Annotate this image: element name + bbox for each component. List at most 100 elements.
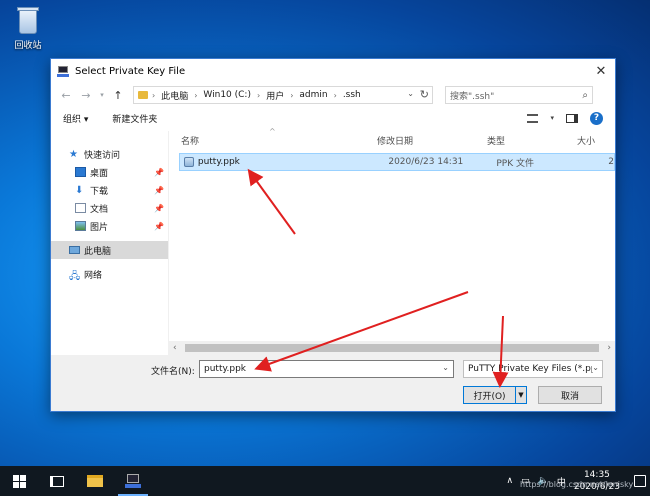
column-type[interactable]: 类型: [487, 134, 505, 147]
file-name: putty.ppk: [197, 157, 240, 167]
nav-quick-access[interactable]: ★ 快速访问: [51, 145, 168, 163]
pin-icon: 📌: [154, 185, 164, 195]
chevron-down-icon[interactable]: ⌄: [442, 363, 449, 372]
dialog-titlebar[interactable]: Select Private Key File ✕: [51, 59, 615, 83]
nav-network[interactable]: 🖧 网络: [51, 265, 168, 283]
nav-desktop[interactable]: 桌面 📌: [51, 163, 168, 181]
forward-arrow-icon[interactable]: →: [77, 86, 95, 104]
chevron-right-icon: ›: [194, 90, 198, 100]
putty-icon: [57, 65, 69, 77]
address-bar[interactable]: › 此电脑 › Win10 (C:) › 用户 › admin › .ssh ⌄…: [133, 86, 433, 104]
chevron-up-icon[interactable]: ∧: [507, 476, 514, 486]
download-icon: ⬇: [75, 185, 84, 196]
file-type-select[interactable]: PuTTY Private Key Files (*.pp ⌄: [463, 360, 603, 378]
organize-menu[interactable]: 组织 ▾: [63, 112, 88, 125]
pin-icon: 📌: [154, 167, 164, 177]
chevron-down-icon[interactable]: ⌄: [407, 89, 414, 98]
preview-pane-icon[interactable]: [566, 113, 578, 123]
nav-label: 快速访问: [84, 150, 121, 161]
column-size[interactable]: 大小: [577, 134, 595, 147]
open-split-arrow-icon[interactable]: ▼: [516, 391, 526, 399]
folder-icon: [138, 91, 148, 99]
open-button[interactable]: 打开(O) ▼: [463, 386, 527, 404]
filename-label: 文件名(N):: [151, 367, 195, 377]
notification-icon[interactable]: [634, 475, 646, 487]
chevron-right-icon: ›: [290, 90, 294, 100]
breadcrumb-item[interactable]: .ssh: [343, 90, 361, 100]
desktop-icon: [75, 167, 86, 177]
pin-icon: 📌: [154, 221, 164, 231]
task-view-icon: [50, 475, 64, 487]
breadcrumb-item[interactable]: 此电脑: [161, 89, 188, 102]
command-toolbar: 组织 ▾ 新建文件夹 ▾ ?: [51, 107, 615, 129]
search-input[interactable]: 搜索".ssh" ⌕: [445, 86, 593, 104]
column-headers: ^ 名称 修改日期 类型 大小: [169, 127, 615, 149]
network-icon: 🖧: [69, 271, 81, 282]
chevron-right-icon: ›: [333, 90, 337, 100]
nav-label: 此电脑: [84, 246, 112, 257]
recycle-bin-desktop-icon[interactable]: 回收站: [8, 4, 48, 51]
search-icon: ⌕: [582, 89, 588, 101]
filename-input[interactable]: putty.ppk ⌄: [199, 360, 454, 378]
dialog-title: Select Private Key File: [75, 65, 186, 77]
search-placeholder: 搜索".ssh": [450, 91, 495, 102]
windows-logo-icon: [12, 474, 26, 488]
watermark: https://blog.csdn.net/lenisky: [520, 480, 634, 489]
select-private-key-dialog: Select Private Key File ✕ ← → ▾ ↑ › 此电脑 …: [50, 58, 616, 412]
scroll-right-icon[interactable]: ›: [607, 343, 611, 353]
computer-icon: [69, 246, 80, 254]
recent-locations-icon[interactable]: ▾: [97, 86, 107, 104]
nav-documents[interactable]: 文档 📌: [51, 199, 168, 217]
document-icon: [75, 203, 86, 213]
scroll-left-icon[interactable]: ‹: [173, 343, 177, 353]
column-modified[interactable]: 修改日期: [377, 134, 413, 147]
breadcrumb: › 此电脑 › Win10 (C:) › 用户 › admin › .ssh: [152, 89, 361, 102]
file-list[interactable]: ^ 名称 修改日期 类型 大小 putty.ppk 2020/6/23 14:3…: [169, 127, 615, 355]
chevron-right-icon: ›: [152, 90, 156, 100]
pin-icon: 📌: [154, 203, 164, 213]
sort-up-icon: ^: [269, 127, 276, 136]
scroll-thumb[interactable]: [184, 344, 600, 352]
putty-taskbar-button[interactable]: [114, 466, 152, 496]
breadcrumb-item[interactable]: admin: [299, 90, 327, 100]
view-options-icon[interactable]: [527, 113, 539, 123]
breadcrumb-item[interactable]: 用户: [266, 89, 284, 102]
putty-icon: [125, 474, 141, 488]
file-modified: 2020/6/23 14:31: [388, 157, 464, 167]
star-icon: ★: [69, 149, 78, 160]
nav-label: 下载: [90, 186, 109, 197]
close-button[interactable]: ✕: [587, 59, 615, 83]
file-row[interactable]: putty.ppk 2020/6/23 14:31 PPK 文件 2: [179, 153, 615, 171]
back-arrow-icon[interactable]: ←: [57, 86, 75, 104]
column-name[interactable]: 名称: [181, 134, 199, 147]
file-explorer-button[interactable]: [76, 466, 114, 496]
nav-downloads[interactable]: ⬇ 下载 📌: [51, 181, 168, 199]
breadcrumb-item[interactable]: Win10 (C:): [203, 90, 251, 100]
nav-this-pc[interactable]: 此电脑: [51, 241, 168, 259]
chevron-right-icon: ›: [256, 90, 261, 100]
recycle-bin-icon: [16, 4, 40, 34]
cancel-button[interactable]: 取消: [538, 386, 602, 404]
file-type-value: PuTTY Private Key Files (*.pp: [468, 364, 597, 374]
nav-label: 桌面: [90, 168, 109, 179]
new-folder-button[interactable]: 新建文件夹: [112, 112, 157, 125]
navigation-pane[interactable]: ★ 快速访问 桌面 📌 ⬇ 下载 📌 文档 📌 图片 📌 此电脑 🖧 网络: [51, 131, 169, 355]
pictures-icon: [75, 221, 86, 231]
nav-label: 图片: [90, 222, 109, 233]
chevron-down-icon[interactable]: ▾: [550, 114, 554, 122]
refresh-icon[interactable]: ↻: [420, 88, 429, 101]
address-row: ← → ▾ ↑ › 此电脑 › Win10 (C:) › 用户 › admin …: [51, 83, 615, 107]
horizontal-scrollbar[interactable]: ‹ ›: [169, 341, 615, 355]
dialog-footer: 文件名(N): putty.ppk ⌄ PuTTY Private Key Fi…: [51, 355, 615, 411]
nav-label: 文档: [90, 204, 109, 215]
chevron-down-icon[interactable]: ⌄: [592, 363, 599, 372]
dialog-content: ★ 快速访问 桌面 📌 ⬇ 下载 📌 文档 📌 图片 📌 此电脑 🖧 网络 ^ …: [51, 127, 615, 355]
nav-pictures[interactable]: 图片 📌: [51, 217, 168, 235]
up-arrow-icon[interactable]: ↑: [109, 86, 127, 104]
start-button[interactable]: [0, 466, 38, 496]
ppk-file-icon: [184, 157, 194, 167]
file-type: PPK 文件: [496, 158, 534, 169]
folder-icon: [87, 475, 103, 487]
task-view-button[interactable]: [38, 466, 76, 496]
help-icon[interactable]: ?: [590, 111, 603, 125]
